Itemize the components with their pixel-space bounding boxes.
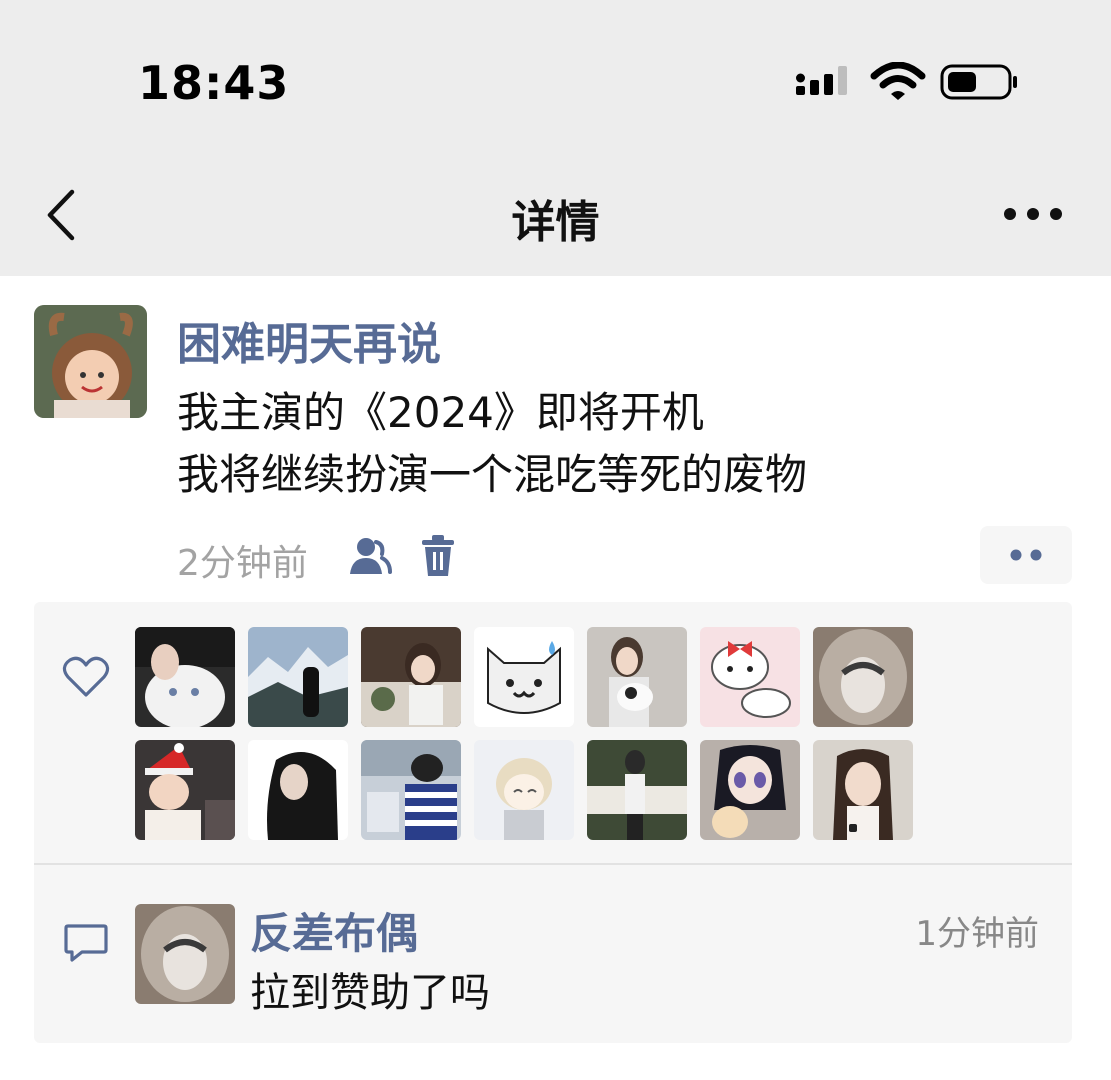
post-line: 我主演的《2024》即将开机 (177, 388, 704, 437)
like-avatar[interactable] (587, 627, 687, 727)
post-line: 我将继续扮演一个混吃等死的废物 (177, 450, 808, 499)
like-avatar[interactable] (813, 740, 913, 840)
visibility-friends-icon[interactable] (346, 536, 392, 576)
post-time: 2分钟前 (177, 543, 308, 584)
like-avatar[interactable] (700, 627, 800, 727)
more-options-icon[interactable] (1002, 205, 1064, 223)
like-avatar[interactable] (135, 740, 235, 840)
delete-icon[interactable] (418, 534, 458, 578)
comment-icon (64, 924, 108, 962)
like-avatar[interactable] (587, 740, 687, 840)
panel-divider (34, 863, 1072, 865)
comment-time: 1分钟前 (915, 914, 1039, 954)
comment-like-action-button[interactable] (980, 526, 1072, 584)
like-avatar[interactable] (361, 740, 461, 840)
like-avatar[interactable] (813, 627, 913, 727)
commenter-avatar[interactable] (135, 904, 235, 1004)
like-avatar[interactable] (135, 627, 235, 727)
page-title: 详情 (511, 197, 600, 248)
comment-text[interactable]: 拉到赞助了吗 (250, 960, 490, 1018)
like-avatar[interactable] (474, 740, 574, 840)
cellular-signal-icon (796, 66, 847, 95)
like-avatar[interactable] (700, 740, 800, 840)
heart-icon (62, 656, 110, 697)
like-avatar[interactable] (248, 627, 348, 727)
battery-icon (940, 64, 1017, 100)
like-avatar[interactable] (248, 740, 348, 840)
wifi-icon (870, 62, 926, 100)
commenter-name[interactable]: 反差布偶 (250, 900, 418, 961)
like-avatar[interactable] (474, 627, 574, 727)
author-name[interactable]: 困难明天再说 (177, 308, 441, 372)
status-time: 18:43 (138, 56, 290, 110)
author-avatar[interactable] (34, 305, 147, 418)
post-text: 我主演的《2024》即将开机 我将继续扮演一个混吃等死的废物 (177, 382, 807, 506)
two-dots-icon (1010, 549, 1042, 561)
like-avatar[interactable] (361, 627, 461, 727)
